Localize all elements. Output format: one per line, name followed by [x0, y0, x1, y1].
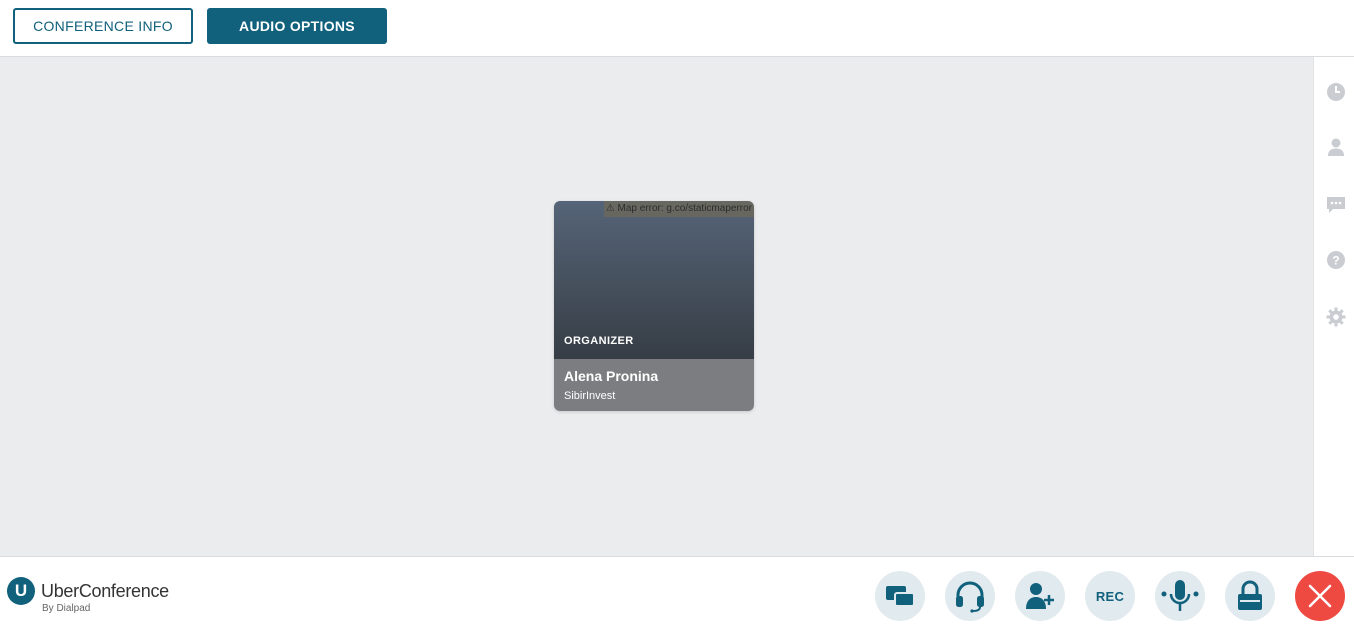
help-icon[interactable]: ?	[1326, 250, 1346, 270]
participant-map-area: ⚠ Map error: g.co/staticmaperror ORGANIZ…	[554, 201, 754, 359]
audio-button[interactable]	[945, 571, 995, 621]
participant-role: ORGANIZER	[564, 335, 634, 347]
screenshare-button[interactable]	[875, 571, 925, 621]
uberconference-logo: U UberConference By Dialpad	[7, 577, 187, 617]
map-error-notice: ⚠ Map error: g.co/staticmaperror	[603, 201, 754, 217]
screenshare-icon	[886, 586, 915, 607]
chat-icon[interactable]	[1326, 195, 1346, 215]
add-person-button[interactable]	[1015, 571, 1065, 621]
bottom-bar: U UberConference By Dialpad REC	[0, 556, 1354, 627]
participant-company: SibirInvest	[564, 390, 616, 402]
logo-name: UberConference	[41, 581, 169, 601]
clock-icon[interactable]	[1326, 82, 1346, 102]
gear-icon[interactable]	[1326, 307, 1346, 327]
lock-button[interactable]	[1225, 571, 1275, 621]
svg-text:?: ?	[1332, 254, 1339, 268]
headset-icon	[956, 581, 984, 613]
end-call-button[interactable]	[1295, 571, 1345, 621]
microphone-button[interactable]	[1155, 571, 1205, 621]
person-icon[interactable]	[1326, 137, 1346, 157]
logo-subtitle: By Dialpad	[42, 603, 91, 614]
participant-info: Alena Pronina SibirInvest	[554, 359, 754, 411]
record-button[interactable]: REC	[1085, 571, 1135, 621]
close-icon	[1308, 584, 1332, 608]
participant-card[interactable]: ⚠ Map error: g.co/staticmaperror ORGANIZ…	[554, 201, 754, 411]
logo-mark: U	[7, 577, 35, 605]
top-bar: CONFERENCE INFO AUDIO OPTIONS	[0, 0, 1354, 57]
audio-options-button[interactable]: AUDIO OPTIONS	[207, 8, 387, 44]
lock-icon	[1238, 580, 1262, 610]
add-person-icon	[1026, 583, 1054, 609]
participant-name: Alena Pronina	[564, 368, 659, 384]
right-sidebar: ?	[1313, 57, 1354, 556]
conference-info-button[interactable]: CONFERENCE INFO	[13, 8, 193, 44]
microphone-icon	[1161, 580, 1199, 611]
